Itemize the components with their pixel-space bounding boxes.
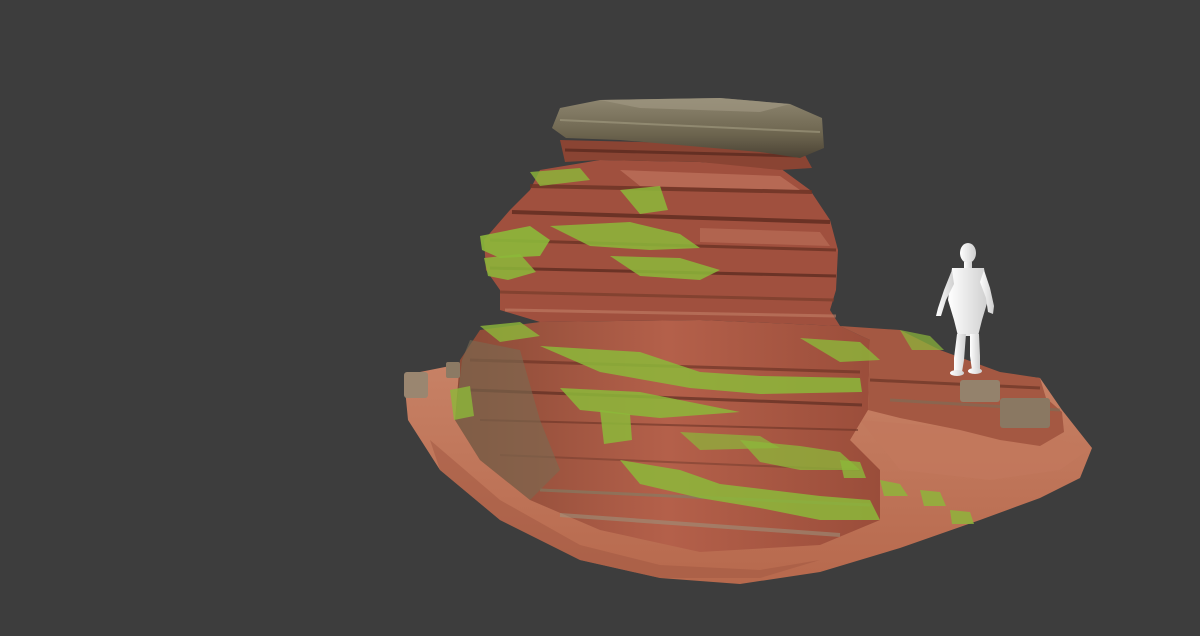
scene-render	[404, 98, 1092, 584]
3d-viewport[interactable]	[0, 0, 1200, 636]
